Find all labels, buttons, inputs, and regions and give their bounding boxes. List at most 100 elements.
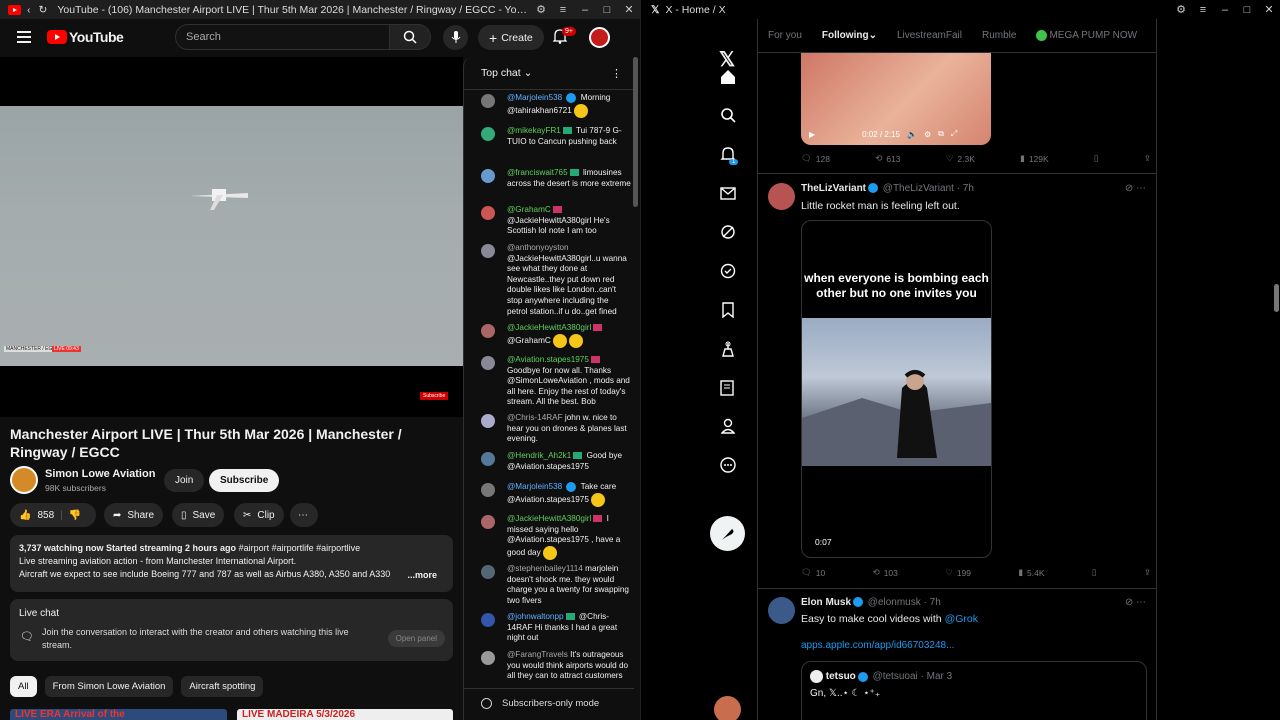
related-video-thumb[interactable]: LIVE ERA Arrival of the [10,709,227,720]
quote-author-handle[interactable]: @tetsuoai · Mar 3 [873,671,953,682]
chip-from-channel[interactable]: From Simon Lowe Aviation [44,676,174,697]
minimize-icon[interactable]: – [574,4,596,16]
chat-author[interactable]: @mikekayFR1 [507,126,561,135]
account-avatar[interactable] [714,696,741,720]
menu-icon[interactable]: ≡ [552,4,574,16]
open-panel-button[interactable]: Open panel [387,630,445,647]
dislike-icon[interactable]: 👎 [69,510,81,521]
reload-icon[interactable]: ↻ [39,4,48,16]
chat-author[interactable]: @Hendrik_Ah2k1 [507,451,571,460]
post-video[interactable]: when everyone is bombing each other but … [801,220,992,558]
tab-livestreamfail[interactable]: LivestreamFail [887,19,972,52]
views-button[interactable]: ▮ 129K [1020,153,1049,164]
chat-author[interactable]: @GrahamC [507,205,551,214]
voice-search-button[interactable] [443,25,468,50]
mute-icon[interactable]: 🔈 [907,130,917,139]
tab-for-you[interactable]: For you [758,19,812,52]
maximize-icon[interactable]: □ [596,4,618,16]
chat-author[interactable]: @JackieHewittA380girl [507,323,591,332]
post-link[interactable]: apps.apple.com/app/id66703248... [801,640,954,651]
tab-following[interactable]: Following ⌄ [812,19,887,52]
bookmark-icon[interactable]: ▯ [1092,567,1097,578]
subscribe-button[interactable]: Subscribe [209,469,280,492]
back-icon[interactable]: ‹ [27,4,31,16]
like-icon[interactable]: 👍 [19,510,31,521]
settings-gear-icon[interactable]: ⚙ [924,130,931,139]
quoted-post[interactable]: tetsuo @tetsuoai · Mar 3 Gn, 𝕏..⋆ ☾ ⋆⁺₊ [801,661,1147,720]
chat-author[interactable]: @Aviation.stapes1975 [507,355,589,364]
close-icon[interactable]: ✕ [618,3,640,16]
hamburger-menu-icon[interactable] [17,31,31,46]
post-more-icon[interactable]: ⊘ ⋯ [1125,597,1146,608]
grok-icon[interactable] [719,223,737,241]
author-handle[interactable]: @TheLizVariant · 7h [883,183,974,194]
video-description[interactable]: 3,737 watching now Started streaming 2 h… [10,535,453,592]
quote-avatar[interactable] [810,670,823,683]
mention-link[interactable]: @Grok [945,613,978,625]
author-name[interactable]: TheLizVariant [801,183,866,194]
chat-author[interactable]: @FarangTravels [507,650,568,659]
yt-scrollbar[interactable] [633,57,638,207]
quote-author-name[interactable]: tetsuo [826,671,856,682]
more-actions-button[interactable]: ⋯ [290,503,318,527]
views-button[interactable]: ▮ 5.4K [1018,567,1044,578]
play-icon[interactable]: ▶ [809,130,815,139]
like-count[interactable]: 858 [37,510,54,521]
repost-button[interactable]: ⟲ 103 [873,567,898,578]
chat-author[interactable]: @Marjolein538 [507,93,562,102]
share-button[interactable]: ➦ Share [104,503,164,527]
chat-author[interactable]: @anthonyoyston [507,243,569,252]
close-icon[interactable]: ✕ [1258,3,1280,16]
author-avatar[interactable] [768,597,795,624]
maximize-icon[interactable]: □ [1236,4,1258,16]
video-frame[interactable]: MANCHESTER / EGCC LIVE 09:43 [0,106,463,366]
channel-avatar[interactable] [10,466,38,494]
post-more-icon[interactable]: ⊘ ⋯ [1125,183,1146,194]
author-avatar[interactable] [768,183,795,210]
chat-author[interactable]: @johnwaltonpp [507,612,564,621]
extensions-icon[interactable]: ⚙ [1170,3,1192,16]
share-icon[interactable]: ⇪ [1144,567,1151,578]
chip-all[interactable]: All [10,676,37,697]
chat-author[interactable]: @Chris-14RAF [507,413,563,422]
repost-button[interactable]: ⟲ 613 [875,153,900,164]
fullscreen-icon[interactable]: ⤢ [951,129,957,139]
messages-envelope-icon[interactable] [719,184,737,202]
chat-author[interactable]: @stephenbailey1114 [507,564,583,573]
video-subscribe-badge[interactable]: Subscribe [420,392,449,400]
tab-mega-pump-now[interactable]: MEGA PUMP NOW [1026,19,1147,52]
share-icon[interactable]: ⇪ [1144,153,1151,164]
chip-aircraft-spotting[interactable]: Aircraft spotting [181,676,264,697]
create-button[interactable]: + Create [478,25,544,50]
search-input[interactable]: Search [175,24,390,50]
related-video-thumb[interactable]: LIVE MADEIRA 5/3/2026 [237,709,453,720]
pip-icon[interactable]: ⧉ [938,129,944,139]
join-button[interactable]: Join [164,469,205,492]
chat-author[interactable]: @Marjolein538 [507,482,562,491]
chat-author[interactable]: @franciswait765 [507,168,568,177]
clip-button[interactable]: ✂ Clip [234,503,284,527]
chat-header[interactable]: Top chat ⌄ ⋮ [464,57,634,90]
jobs-icon[interactable] [719,340,737,358]
desc-tags[interactable]: #airport #airportlife #airportlive [239,543,361,553]
desc-more-link[interactable]: ...more [407,569,437,582]
author-handle[interactable]: @elonmusk · 7h [868,597,941,608]
minimize-icon[interactable]: – [1214,4,1236,16]
chat-menu-icon[interactable]: ⋮ [611,67,622,80]
home-icon[interactable] [719,68,737,86]
articles-icon[interactable] [719,379,737,397]
bookmarks-icon[interactable] [719,301,737,319]
search-button[interactable] [390,24,431,50]
search-icon[interactable] [719,106,737,124]
channel-name[interactable]: Simon Lowe Aviation [45,468,155,480]
reply-button[interactable]: 🗨 10 [801,567,825,578]
profile-icon[interactable] [719,417,737,435]
chat-author[interactable]: @JackieHewittA380girl [507,514,591,523]
user-avatar[interactable] [589,27,610,48]
bookmark-icon[interactable]: ▯ [1094,153,1099,164]
verified-badge-icon[interactable] [719,262,737,280]
x-scrollbar[interactable] [1274,284,1279,312]
reply-button[interactable]: 🗨 128 [801,153,830,164]
tab-rumble[interactable]: Rumble [972,19,1026,52]
author-name[interactable]: Elon Musk [801,597,851,608]
